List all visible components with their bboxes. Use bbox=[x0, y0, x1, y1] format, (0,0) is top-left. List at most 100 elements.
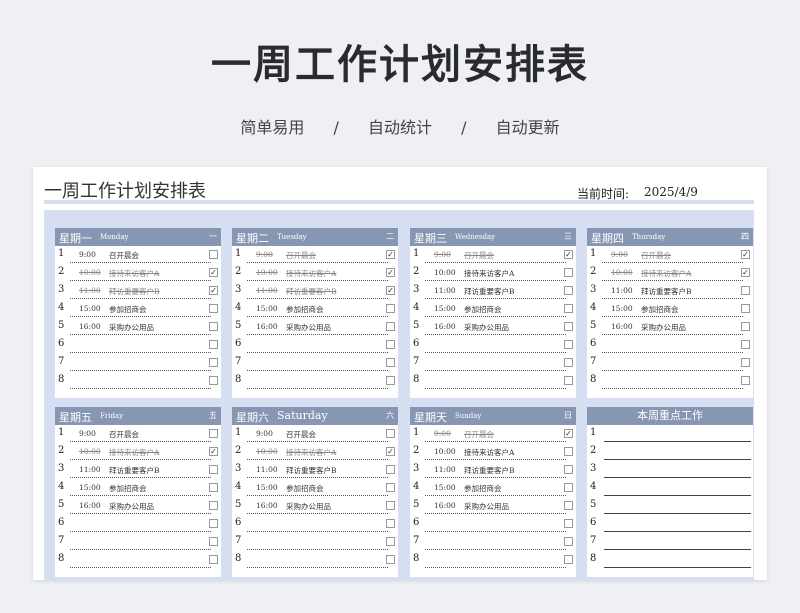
task-name: 召开晨会 bbox=[641, 251, 671, 260]
task-checkbox[interactable] bbox=[741, 286, 750, 295]
day-name: 星期四 bbox=[591, 232, 624, 245]
task-checkbox[interactable] bbox=[209, 555, 218, 564]
task-checkbox[interactable]: ✓ bbox=[209, 447, 218, 456]
task-checkbox[interactable]: ✓ bbox=[386, 268, 395, 277]
task-time: 16:00 bbox=[434, 322, 456, 331]
task-checkbox[interactable] bbox=[564, 340, 573, 349]
task-checkbox[interactable] bbox=[564, 465, 573, 474]
row-number: 5 bbox=[235, 499, 242, 510]
focus-row[interactable]: 4 bbox=[587, 479, 753, 497]
task-checkbox[interactable] bbox=[209, 465, 218, 474]
focus-row[interactable]: 6 bbox=[587, 515, 753, 533]
task-checkbox[interactable]: ✓ bbox=[564, 250, 573, 259]
focus-row[interactable]: 3 bbox=[587, 461, 753, 479]
row-line bbox=[70, 459, 211, 460]
task-checkbox[interactable] bbox=[386, 429, 395, 438]
task-checkbox[interactable] bbox=[386, 519, 395, 528]
task-checkbox[interactable] bbox=[564, 304, 573, 313]
task-checkbox[interactable] bbox=[741, 358, 750, 367]
focus-header: 本周重点工作 bbox=[587, 407, 753, 425]
task-checkbox[interactable] bbox=[209, 358, 218, 367]
task-checkbox[interactable] bbox=[564, 537, 573, 546]
task-checkbox[interactable] bbox=[209, 501, 218, 510]
focus-row[interactable]: 7 bbox=[587, 533, 753, 551]
task-row: 1 9:00 召开晨会 ✓ bbox=[587, 246, 753, 264]
task-checkbox[interactable] bbox=[564, 447, 573, 456]
subtitle-item: 简单易用 bbox=[240, 118, 305, 137]
row-number: 8 bbox=[58, 553, 65, 564]
day-panel: 星期三 Wednesday 三 1 9:00 召开晨会 ✓ 2 10:00 接待来访客户A 3 11:… bbox=[410, 228, 576, 398]
task-checkbox[interactable] bbox=[564, 501, 573, 510]
task-checkbox[interactable] bbox=[564, 268, 573, 277]
row-number: 4 bbox=[58, 481, 65, 492]
task-checkbox[interactable] bbox=[564, 376, 573, 385]
task-checkbox[interactable] bbox=[209, 340, 218, 349]
task-checkbox[interactable] bbox=[741, 376, 750, 385]
task-checkbox[interactable] bbox=[564, 519, 573, 528]
task-checkbox[interactable] bbox=[386, 483, 395, 492]
task-checkbox[interactable] bbox=[386, 322, 395, 331]
task-checkbox[interactable] bbox=[386, 465, 395, 474]
task-row: 6 bbox=[55, 515, 221, 533]
task-checkbox[interactable] bbox=[209, 250, 218, 259]
task-time: 11:00 bbox=[256, 286, 278, 295]
task-name: 接待来访客户A bbox=[464, 448, 515, 457]
row-line bbox=[602, 370, 743, 371]
row-number: 1 bbox=[235, 427, 242, 438]
task-name: 采购办公用品 bbox=[286, 323, 331, 332]
task-row: 7 bbox=[55, 354, 221, 372]
task-checkbox[interactable] bbox=[209, 483, 218, 492]
task-checkbox[interactable] bbox=[386, 555, 395, 564]
focus-row[interactable]: 5 bbox=[587, 497, 753, 515]
task-checkbox[interactable] bbox=[386, 501, 395, 510]
task-checkbox[interactable] bbox=[386, 340, 395, 349]
task-checkbox[interactable] bbox=[564, 483, 573, 492]
task-checkbox[interactable]: ✓ bbox=[386, 447, 395, 456]
row-line bbox=[602, 388, 743, 389]
row-line bbox=[70, 262, 211, 263]
task-checkbox[interactable] bbox=[209, 429, 218, 438]
row-number: 2 bbox=[413, 445, 420, 456]
task-checkbox[interactable] bbox=[741, 322, 750, 331]
task-row: 8 bbox=[55, 372, 221, 390]
task-checkbox[interactable] bbox=[564, 358, 573, 367]
task-checkbox[interactable] bbox=[564, 322, 573, 331]
row-number: 6 bbox=[413, 338, 420, 349]
task-checkbox[interactable] bbox=[741, 340, 750, 349]
task-checkbox[interactable]: ✓ bbox=[209, 268, 218, 277]
task-checkbox[interactable]: ✓ bbox=[741, 268, 750, 277]
task-row: 8 bbox=[410, 372, 576, 390]
row-number: 7 bbox=[413, 356, 420, 367]
task-checkbox[interactable] bbox=[386, 358, 395, 367]
row-line bbox=[70, 352, 211, 353]
row-number: 6 bbox=[58, 338, 65, 349]
task-checkbox[interactable] bbox=[741, 304, 750, 313]
task-checkbox[interactable] bbox=[564, 286, 573, 295]
task-checkbox[interactable]: ✓ bbox=[564, 429, 573, 438]
task-checkbox[interactable] bbox=[564, 555, 573, 564]
task-checkbox[interactable] bbox=[209, 304, 218, 313]
day-char: 二 bbox=[386, 232, 394, 241]
task-checkbox[interactable] bbox=[386, 304, 395, 313]
task-checkbox[interactable]: ✓ bbox=[386, 286, 395, 295]
focus-row[interactable]: 2 bbox=[587, 443, 753, 461]
task-checkbox[interactable] bbox=[209, 519, 218, 528]
task-checkbox[interactable] bbox=[386, 376, 395, 385]
task-row: 7 bbox=[232, 354, 398, 372]
task-checkbox[interactable] bbox=[209, 322, 218, 331]
focus-row[interactable]: 1 bbox=[587, 425, 753, 443]
task-time: 10:00 bbox=[434, 268, 456, 277]
task-checkbox[interactable] bbox=[386, 537, 395, 546]
task-checkbox[interactable]: ✓ bbox=[209, 286, 218, 295]
focus-row[interactable]: 8 bbox=[587, 551, 753, 569]
row-line bbox=[247, 477, 388, 478]
task-checkbox[interactable] bbox=[209, 537, 218, 546]
task-time: 16:00 bbox=[256, 322, 278, 331]
task-time: 11:00 bbox=[79, 286, 101, 295]
task-checkbox[interactable]: ✓ bbox=[386, 250, 395, 259]
row-number: 6 bbox=[235, 517, 242, 528]
task-row: 7 bbox=[410, 533, 576, 551]
task-checkbox[interactable] bbox=[209, 376, 218, 385]
row-line bbox=[425, 262, 566, 263]
task-checkbox[interactable]: ✓ bbox=[741, 250, 750, 259]
